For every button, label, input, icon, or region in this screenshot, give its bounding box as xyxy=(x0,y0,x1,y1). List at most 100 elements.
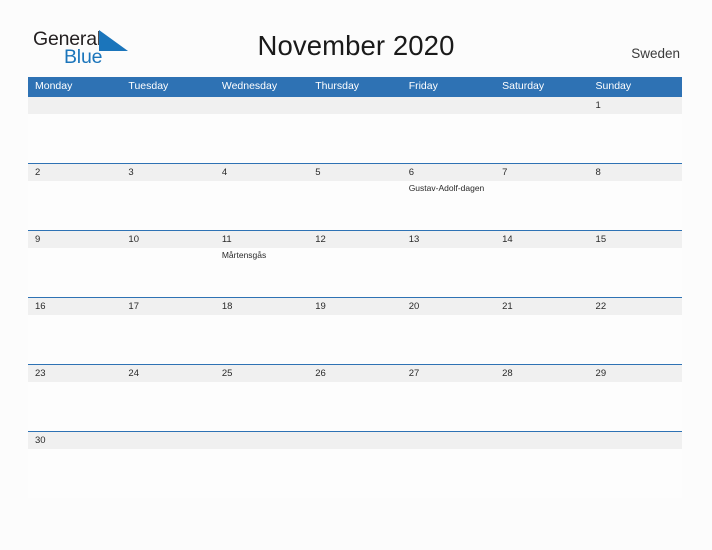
day-number[interactable]: 16 xyxy=(28,298,121,315)
day-cell[interactable] xyxy=(28,181,121,230)
day-number[interactable]: 8 xyxy=(589,164,682,181)
day-cell[interactable]: Gustav-Adolf-dagen xyxy=(402,181,495,230)
day-cell[interactable] xyxy=(215,449,308,498)
day-number[interactable]: 20 xyxy=(402,298,495,315)
day-cell[interactable] xyxy=(215,315,308,364)
day-number[interactable]: 1 xyxy=(589,97,682,114)
day-cell[interactable] xyxy=(402,248,495,297)
weekday-header-tuesday: Tuesday xyxy=(128,80,169,92)
day-number[interactable] xyxy=(495,432,588,449)
week-row: 9 10 11 12 13 14 15 Mårtensgås xyxy=(28,230,682,297)
week-event-band xyxy=(28,114,682,163)
day-number[interactable]: 4 xyxy=(215,164,308,181)
day-cell[interactable] xyxy=(589,181,682,230)
day-cell[interactable] xyxy=(308,449,401,498)
week-date-band: 9 10 11 12 13 14 15 xyxy=(28,231,682,248)
day-cell[interactable]: Mårtensgås xyxy=(215,248,308,297)
calendar-page: General Blue November 2020 Sweden Monday… xyxy=(0,0,712,550)
day-cell[interactable] xyxy=(28,114,121,163)
day-number[interactable]: 17 xyxy=(121,298,214,315)
day-number[interactable]: 10 xyxy=(121,231,214,248)
day-number[interactable]: 3 xyxy=(121,164,214,181)
day-number[interactable]: 14 xyxy=(495,231,588,248)
day-number[interactable]: 15 xyxy=(589,231,682,248)
day-cell[interactable] xyxy=(121,315,214,364)
week-event-band xyxy=(28,449,682,498)
day-number[interactable]: 27 xyxy=(402,365,495,382)
day-cell[interactable] xyxy=(215,181,308,230)
day-cell[interactable] xyxy=(589,315,682,364)
day-number[interactable] xyxy=(402,432,495,449)
day-cell[interactable] xyxy=(495,315,588,364)
weekday-header-saturday: Saturday xyxy=(502,80,545,92)
day-cell[interactable] xyxy=(402,449,495,498)
day-number[interactable] xyxy=(121,97,214,114)
day-number[interactable]: 29 xyxy=(589,365,682,382)
day-cell[interactable] xyxy=(121,382,214,431)
day-cell[interactable] xyxy=(589,382,682,431)
day-number[interactable] xyxy=(121,432,214,449)
week-row: 23 24 25 26 27 28 29 xyxy=(28,364,682,431)
day-cell[interactable] xyxy=(589,449,682,498)
day-cell[interactable] xyxy=(589,114,682,163)
day-cell[interactable] xyxy=(121,114,214,163)
day-number[interactable] xyxy=(308,97,401,114)
day-number[interactable]: 22 xyxy=(589,298,682,315)
day-number[interactable]: 13 xyxy=(402,231,495,248)
day-number[interactable]: 11 xyxy=(215,231,308,248)
day-cell[interactable] xyxy=(28,248,121,297)
day-cell[interactable] xyxy=(495,114,588,163)
day-cell[interactable] xyxy=(402,114,495,163)
day-cell[interactable] xyxy=(308,382,401,431)
day-number[interactable] xyxy=(589,432,682,449)
day-cell[interactable] xyxy=(495,449,588,498)
day-cell[interactable] xyxy=(495,382,588,431)
day-cell[interactable] xyxy=(402,382,495,431)
week-row: 2 3 4 5 6 7 8 Gustav-Adolf-dagen xyxy=(28,163,682,230)
day-cell[interactable] xyxy=(308,114,401,163)
day-number[interactable]: 12 xyxy=(308,231,401,248)
day-number[interactable]: 28 xyxy=(495,365,588,382)
page-title: November 2020 xyxy=(257,30,455,61)
day-number[interactable] xyxy=(215,97,308,114)
day-number[interactable]: 9 xyxy=(28,231,121,248)
day-cell[interactable] xyxy=(28,449,121,498)
weekday-header-monday: Monday xyxy=(35,80,73,92)
day-number[interactable] xyxy=(308,432,401,449)
day-cell[interactable] xyxy=(589,248,682,297)
day-number[interactable]: 24 xyxy=(121,365,214,382)
day-number[interactable] xyxy=(28,97,121,114)
day-cell[interactable] xyxy=(402,315,495,364)
day-number[interactable]: 30 xyxy=(28,432,121,449)
day-cell[interactable] xyxy=(308,181,401,230)
day-number[interactable]: 7 xyxy=(495,164,588,181)
day-cell[interactable] xyxy=(308,248,401,297)
day-cell[interactable] xyxy=(215,114,308,163)
day-number[interactable]: 5 xyxy=(308,164,401,181)
day-cell[interactable] xyxy=(121,449,214,498)
day-number[interactable]: 23 xyxy=(28,365,121,382)
day-number[interactable]: 19 xyxy=(308,298,401,315)
day-cell[interactable] xyxy=(121,181,214,230)
day-cell[interactable] xyxy=(308,315,401,364)
week-date-band: 23 24 25 26 27 28 29 xyxy=(28,365,682,382)
weekday-header-row: Monday Tuesday Wednesday Thursday Friday… xyxy=(28,77,682,96)
day-number[interactable]: 21 xyxy=(495,298,588,315)
day-number[interactable]: 6 xyxy=(402,164,495,181)
day-cell[interactable] xyxy=(495,248,588,297)
day-number[interactable]: 26 xyxy=(308,365,401,382)
day-number[interactable]: 25 xyxy=(215,365,308,382)
day-cell[interactable] xyxy=(495,181,588,230)
week-row: 16 17 18 19 20 21 22 xyxy=(28,297,682,364)
day-number[interactable]: 18 xyxy=(215,298,308,315)
day-cell[interactable] xyxy=(215,382,308,431)
calendar-table: Monday Tuesday Wednesday Thursday Friday… xyxy=(28,77,682,498)
day-number[interactable] xyxy=(402,97,495,114)
day-number[interactable]: 2 xyxy=(28,164,121,181)
day-cell[interactable] xyxy=(28,315,121,364)
page-header: General Blue November 2020 Sweden xyxy=(0,0,712,76)
day-cell[interactable] xyxy=(121,248,214,297)
day-number[interactable] xyxy=(215,432,308,449)
day-cell[interactable] xyxy=(28,382,121,431)
day-number[interactable] xyxy=(495,97,588,114)
